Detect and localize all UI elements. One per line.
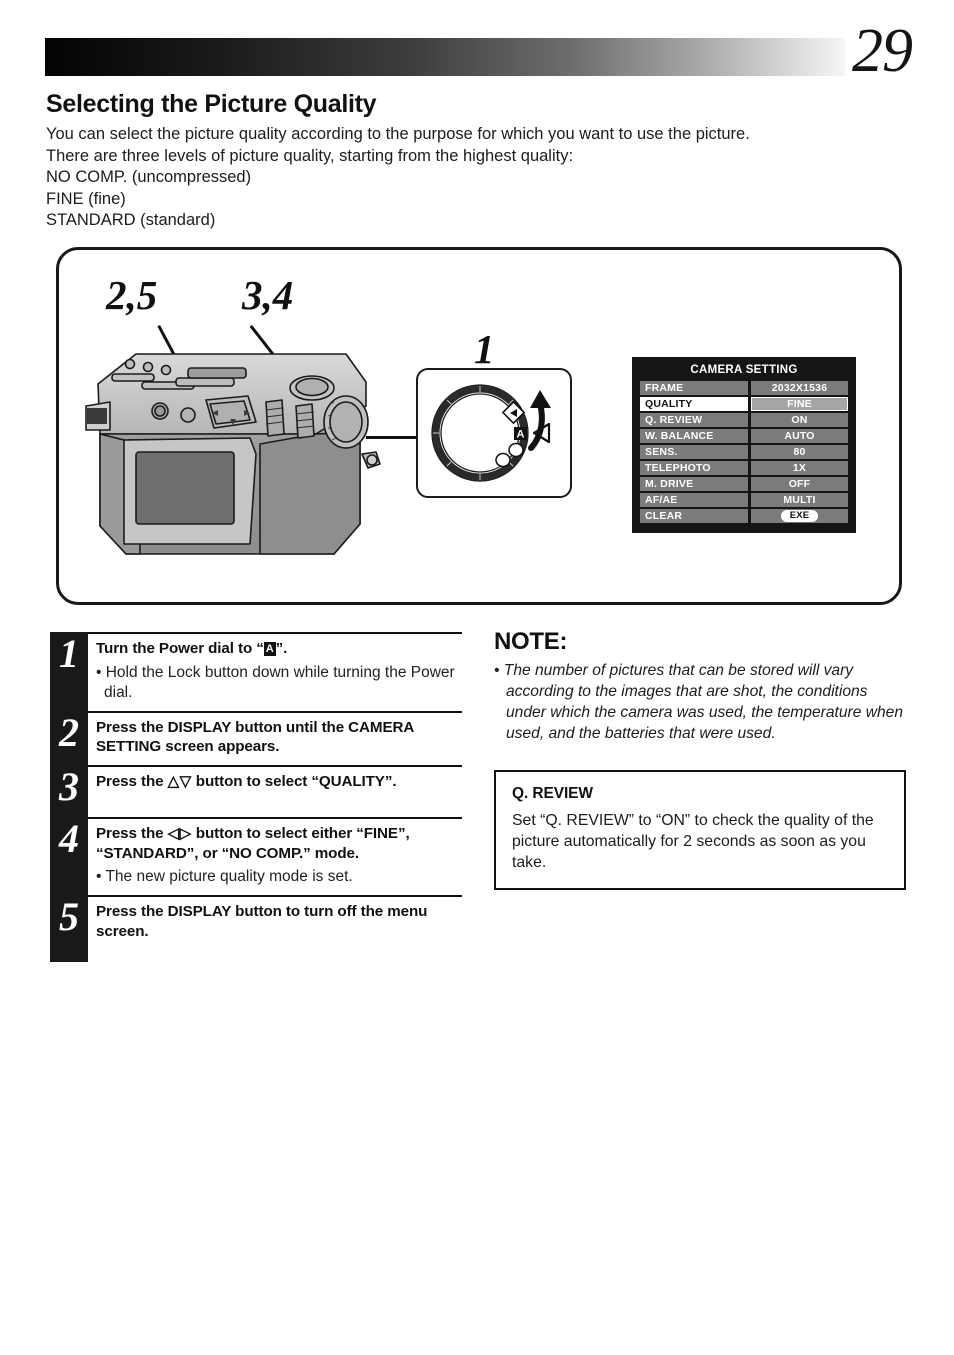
osd-row-value[interactable]: FINE [751,397,848,411]
osd-row-value[interactable]: 2032X1536 [751,381,848,395]
header-gradient-bar [45,38,845,76]
step-head-pre: Press the [96,772,168,790]
camera-illustration [85,353,381,555]
osd-row-label: W. BALANCE [640,429,748,443]
osd-row[interactable]: M. DRIVE OFF [640,477,848,491]
step-heading: Turn the Power dial to “A”. [96,639,462,659]
step-heading: Press the ◁▷ button to select either “FI… [96,824,462,863]
intro-line: You can select the picture quality accor… [46,125,750,143]
circle-icon [508,442,524,458]
osd-row-value[interactable]: AUTO [751,429,848,443]
step-heading: Press the DISPLAY button to turn off the… [96,903,428,940]
osd-row[interactable]: Q. REVIEW ON [640,413,848,427]
callout-label-3-4: 3,4 [242,272,294,318]
osd-row-value[interactable]: OFF [751,477,848,491]
step-item: 2 Press the DISPLAY button until the CAM… [50,709,462,765]
osd-title: CAMERA SETTING [690,364,798,376]
power-dial-diagram: A [431,384,551,482]
steps-list: 1 Turn the Power dial to “A”. • Hold the… [50,632,462,962]
step-heading: Press the DISPLAY button until the CAMER… [96,718,414,756]
osd-row-label: FRAME [640,381,748,395]
note-column: NOTE: • The number of pictures that can … [494,628,906,890]
q-review-box: Q. REVIEW Set “Q. REVIEW” to “ON” to che… [494,770,906,890]
left-right-triangle-icon: ◁▷ [167,825,192,842]
step-item: 1 Turn the Power dial to “A”. • Hold the… [50,632,462,711]
q-review-title: Q. REVIEW [512,785,593,802]
osd-row-value[interactable]: 1X [751,461,848,475]
intro-line: FINE (fine) [46,189,126,208]
step-head-pre: Press the [96,825,168,842]
auto-a-icon: A [514,427,527,441]
step-head-post: ”. [275,640,288,657]
step-item: 5 Press the DISPLAY button to turn off t… [50,895,462,949]
intro-paragraph: You can select the picture quality accor… [46,124,916,232]
note-body: • The number of pictures that can be sto… [494,662,903,742]
step-heading: Press the △▽ button to select “QUALITY”. [96,772,462,792]
osd-row-label: SENS. [640,445,748,459]
callout-label-1: 1 [474,326,495,372]
osd-row[interactable]: AF/AE MULTI [640,493,848,507]
auto-a-icon: A [263,642,276,656]
step-subtext: • Hold the Lock button down while turnin… [96,663,455,701]
power-dial-detail-box: A [416,368,572,498]
osd-row[interactable]: CLEAR EXE [640,509,848,523]
osd-row[interactable]: FRAME 2032X1536 [640,381,848,395]
page-number: 29 [852,17,913,85]
step-subtext: • The new picture quality mode is set. [96,868,353,885]
osd-row-label: CLEAR [640,509,748,523]
intro-line: NO COMP. (uncompressed) [46,168,252,186]
intro-line: STANDARD (standard) [46,211,216,229]
osd-row-value[interactable]: EXE [751,509,848,523]
q-review-text: Set “Q. REVIEW” to “ON” to check the qua… [512,812,874,871]
step-number: 3 [59,763,79,809]
step-head-post: button to select “QUALITY”. [191,772,397,790]
osd-row[interactable]: SENS. 80 [640,445,848,459]
circle-icon [495,452,511,468]
step-number: 4 [59,816,79,861]
osd-row-label: M. DRIVE [640,477,748,491]
osd-row-label: Q. REVIEW [640,413,748,427]
step-number: 1 [59,631,79,676]
osd-row[interactable]: QUALITY FINE [640,397,848,411]
step-head-pre: Turn the Power dial to “ [96,640,264,657]
callout-label-2-5: 2,5 [106,272,158,318]
osd-row-list: FRAME 2032X1536 QUALITY FINE Q. REVIEW ON W. B… [640,381,848,523]
osd-row-value[interactable]: ON [751,413,848,427]
step-number: 5 [59,894,79,939]
camera-setting-osd: CAMERA SETTING FRAME 2032X1536 QUALITY FINE… [632,357,856,533]
osd-row-label: AF/AE [640,493,748,507]
osd-row[interactable]: W. BALANCE AUTO [640,429,848,443]
osd-row-label: QUALITY [640,397,748,411]
step-item: 4 Press the ◁▷ button to select either “… [50,817,462,895]
up-down-triangle-icon: △▽ [167,772,192,790]
note-title: NOTE: [494,628,568,655]
intro-line: There are three levels of picture qualit… [46,146,574,165]
step-item: 3 Press the △▽ button to select “QUALITY… [50,763,462,818]
page-title: Selecting the Picture Quality [46,90,377,118]
step-number: 2 [59,709,79,755]
svg-text:A: A [517,429,525,441]
dial-connector-line [366,436,418,440]
exe-button[interactable]: EXE [780,510,819,522]
osd-row-value[interactable]: 80 [751,445,848,459]
osd-row[interactable]: TELEPHOTO 1X [640,461,848,475]
osd-row-value[interactable]: MULTI [751,493,848,507]
osd-row-label: TELEPHOTO [640,461,748,475]
